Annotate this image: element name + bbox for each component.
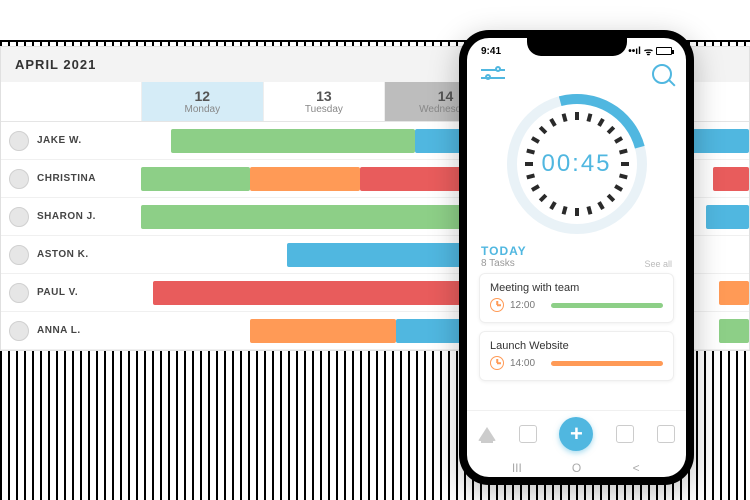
schedule-bar[interactable] (171, 129, 414, 153)
avatar (9, 321, 29, 341)
day-column[interactable]: 13Tuesday (263, 82, 385, 121)
schedule-bar[interactable] (153, 281, 493, 305)
day-header-spacer (1, 82, 141, 121)
bottom-nav: + (467, 410, 686, 457)
nav-mail-icon[interactable] (657, 425, 675, 443)
day-label: Monday (142, 104, 263, 115)
person-name: SHARON J. (37, 211, 96, 222)
battery-icon (656, 47, 672, 55)
signal-icon: ••ıl (628, 46, 641, 57)
task-progress (551, 303, 663, 308)
schedule-bar[interactable] (706, 205, 749, 229)
person-cell: ANNA L. (1, 321, 141, 341)
search-icon[interactable] (652, 64, 672, 84)
avatar (9, 245, 29, 265)
day-column[interactable]: 12Monday (141, 82, 263, 121)
sys-recent[interactable]: III (502, 461, 532, 475)
phone-screen: 9:41 ••ıl ᯤ 00:45 TODAY 8 Tasks (467, 38, 686, 477)
today-label: TODAY (481, 244, 527, 258)
task-title: Meeting with team (490, 282, 663, 294)
nav-folder-icon[interactable] (616, 425, 634, 443)
schedule-bar[interactable] (719, 319, 749, 343)
person-cell: PAUL V. (1, 283, 141, 303)
today-count: 8 Tasks (481, 258, 527, 269)
phone-notch (527, 38, 627, 56)
task-time: 14:00 (510, 358, 535, 369)
day-number: 13 (264, 88, 385, 104)
phone-frame: 9:41 ••ıl ᯤ 00:45 TODAY 8 Tasks (459, 30, 694, 485)
person-cell: CHRISTINA (1, 169, 141, 189)
person-cell: JAKE W. (1, 131, 141, 151)
timer-section: 00:45 (467, 88, 686, 242)
see-all-link[interactable]: See all (644, 259, 672, 269)
schedule-bar[interactable] (250, 319, 396, 343)
day-number: 12 (142, 88, 263, 104)
timer-value: 00:45 (541, 150, 611, 178)
nav-list-icon[interactable] (519, 425, 537, 443)
nav-home-icon[interactable] (478, 427, 496, 441)
person-name: JAKE W. (37, 135, 82, 146)
timer-dial[interactable]: 00:45 (507, 94, 647, 234)
status-time: 9:41 (481, 46, 501, 57)
person-cell: ASTON K. (1, 245, 141, 265)
system-nav: III O < (467, 457, 686, 477)
today-header: TODAY 8 Tasks See all (467, 242, 686, 273)
wifi-icon: ᯤ (644, 44, 653, 58)
schedule-bar[interactable] (141, 167, 250, 191)
avatar (9, 283, 29, 303)
task-card[interactable]: Meeting with team 12:00 (479, 273, 674, 323)
task-card[interactable]: Launch Website 14:00 (479, 331, 674, 381)
avatar (9, 169, 29, 189)
person-cell: SHARON J. (1, 207, 141, 227)
app-toolbar (467, 60, 686, 88)
person-name: PAUL V. (37, 287, 78, 298)
task-progress (551, 361, 663, 366)
fab-add-button[interactable]: + (559, 417, 593, 451)
schedule-bar[interactable] (713, 167, 749, 191)
clock-icon (490, 356, 504, 370)
schedule-bar[interactable] (250, 167, 359, 191)
schedule-bar[interactable] (719, 281, 749, 305)
task-cards: Meeting with team 12:00 Launch Website 14:0… (467, 273, 686, 381)
avatar (9, 131, 29, 151)
status-icons: ••ıl ᯤ (628, 44, 672, 58)
task-title: Launch Website (490, 340, 663, 352)
filter-icon[interactable] (481, 65, 505, 83)
person-name: CHRISTINA (37, 173, 96, 184)
person-name: ANNA L. (37, 325, 81, 336)
avatar (9, 207, 29, 227)
clock-icon (490, 298, 504, 312)
task-time: 12:00 (510, 300, 535, 311)
sys-back[interactable]: < (621, 461, 651, 475)
day-label: Tuesday (264, 104, 385, 115)
person-name: ASTON K. (37, 249, 89, 260)
sys-home[interactable]: O (561, 461, 591, 475)
